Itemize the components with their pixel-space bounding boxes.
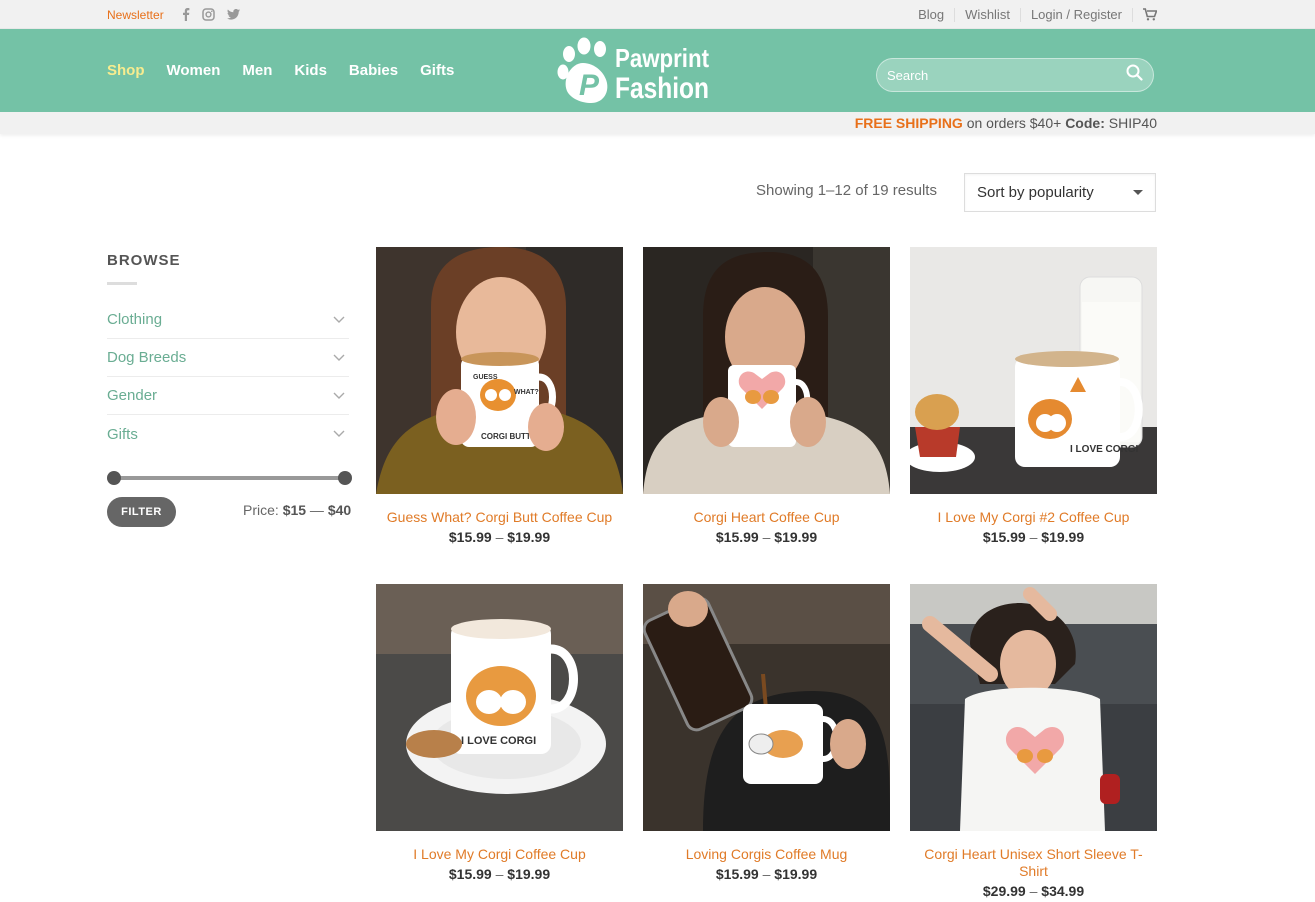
- price-slider-min-handle[interactable]: [107, 471, 121, 485]
- svg-text:WHAT?: WHAT?: [514, 389, 539, 396]
- svg-text:Pawprint: Pawprint: [615, 43, 709, 73]
- svg-text:CORGI BUTT: CORGI BUTT: [481, 432, 531, 441]
- product-title[interactable]: Corgi Heart Unisex Short Sleeve T-Shirt: [910, 846, 1157, 880]
- svg-text:GUESS: GUESS: [473, 374, 498, 381]
- newsletter-link[interactable]: Newsletter: [107, 8, 164, 22]
- chevron-down-icon: [333, 430, 345, 437]
- product-price: $15.99 – $19.99: [715, 866, 818, 882]
- shipping-code-label: Code:: [1065, 115, 1105, 131]
- chevron-down-icon: [1133, 190, 1143, 195]
- product-image[interactable]: [643, 584, 890, 831]
- shipping-notice: FREE SHIPPING on orders $40+ Code: SHIP4…: [855, 115, 1157, 131]
- product-card: Corgi Heart Coffee Cup $15.99 – $19.99: [643, 247, 890, 545]
- product-image[interactable]: I LOVE CORGI: [376, 584, 623, 831]
- category-item-gifts[interactable]: Gifts: [107, 415, 349, 453]
- product-price: $15.99 – $19.99: [448, 866, 551, 882]
- nav-shop[interactable]: Shop: [107, 62, 145, 79]
- product-image[interactable]: [910, 584, 1157, 831]
- shipping-code: SHIP40: [1104, 115, 1157, 131]
- product-price: $15.99 – $19.99: [715, 529, 818, 545]
- product-card: I LOVE CORGI I Love My Corgi #2 Coffee C…: [910, 247, 1157, 545]
- top-bar: Newsletter Blog Wishlist Login / Registe…: [0, 0, 1315, 29]
- product-title[interactable]: I Love My Corgi Coffee Cup: [376, 846, 623, 863]
- sidebar-title-divider: [107, 282, 137, 285]
- main-nav: Shop Women Men Kids Babies Gifts: [107, 29, 454, 112]
- chevron-down-icon: [333, 392, 345, 399]
- svg-text:P: P: [579, 69, 600, 102]
- chevron-down-icon: [333, 316, 345, 323]
- instagram-icon[interactable]: [201, 8, 215, 21]
- facebook-icon[interactable]: [182, 8, 190, 21]
- category-item-clothing[interactable]: Clothing: [107, 301, 349, 339]
- price-slider: [107, 471, 352, 485]
- login-register-link[interactable]: Login / Register: [1021, 7, 1133, 22]
- product-price: $15.99 – $19.99: [982, 529, 1085, 545]
- nav-babies[interactable]: Babies: [349, 62, 398, 79]
- nav-kids[interactable]: Kids: [294, 62, 327, 79]
- shipping-text: on orders $40+: [962, 115, 1066, 131]
- category-label: Clothing: [107, 311, 163, 328]
- category-label: Dog Breeds: [107, 349, 187, 366]
- product-card: Corgi Heart Unisex Short Sleeve T-Shirt …: [910, 584, 1157, 899]
- svg-text:Fashion: Fashion: [615, 72, 709, 105]
- wishlist-link[interactable]: Wishlist: [955, 7, 1021, 22]
- product-image[interactable]: I LOVE CORGI: [910, 247, 1157, 494]
- sidebar-title: BROWSE: [107, 252, 181, 269]
- filter-button[interactable]: FILTER: [107, 497, 176, 527]
- shipping-bar: FREE SHIPPING on orders $40+ Code: SHIP4…: [0, 112, 1315, 134]
- product-title[interactable]: Corgi Heart Coffee Cup: [643, 509, 890, 526]
- nav-gifts[interactable]: Gifts: [420, 62, 454, 79]
- main-header: Shop Women Men Kids Babies Gifts P Pawpr…: [0, 29, 1315, 112]
- chevron-down-icon: [333, 354, 345, 361]
- blog-link[interactable]: Blog: [908, 7, 956, 22]
- category-list: Clothing Dog Breeds Gender Gifts: [107, 301, 349, 453]
- nav-men[interactable]: Men: [242, 62, 272, 79]
- svg-text:I LOVE CORGI: I LOVE CORGI: [461, 735, 536, 747]
- category-item-dog-breeds[interactable]: Dog Breeds: [107, 339, 349, 377]
- product-card: I LOVE CORGI I Love My Corgi Coffee Cup …: [376, 584, 623, 882]
- product-title[interactable]: Guess What? Corgi Butt Coffee Cup: [376, 509, 623, 526]
- top-bar-right: Blog Wishlist Login / Register: [908, 0, 1157, 29]
- product-price: $29.99 – $34.99: [982, 883, 1085, 899]
- site-logo[interactable]: P Pawprint Fashion: [553, 37, 713, 105]
- results-count: Showing 1–12 of 19 results: [756, 182, 937, 199]
- free-shipping-label: FREE SHIPPING: [854, 115, 963, 131]
- product-image[interactable]: GUESS WHAT? CORGI BUTT: [376, 247, 623, 494]
- price-slider-max-handle[interactable]: [338, 471, 352, 485]
- top-bar-left: Newsletter: [107, 0, 240, 29]
- search-box: [876, 58, 1154, 92]
- product-card: Loving Corgis Coffee Mug $15.99 – $19.99: [643, 584, 890, 882]
- cart-icon[interactable]: [1133, 8, 1157, 21]
- svg-text:I LOVE CORGI: I LOVE CORGI: [1070, 444, 1139, 455]
- product-price: $15.99 – $19.99: [448, 529, 551, 545]
- category-label: Gifts: [107, 425, 138, 443]
- product-title[interactable]: Loving Corgis Coffee Mug: [643, 846, 890, 863]
- nav-women[interactable]: Women: [167, 62, 221, 79]
- price-range-label: Price: $15 — $40: [243, 502, 352, 518]
- product-title[interactable]: I Love My Corgi #2 Coffee Cup: [910, 509, 1157, 526]
- product-card: GUESS WHAT? CORGI BUTT Guess What? Corgi…: [376, 247, 623, 545]
- sort-select-value: Sort by popularity: [977, 184, 1094, 201]
- price-slider-track: [114, 476, 345, 480]
- category-item-gender[interactable]: Gender: [107, 377, 349, 415]
- product-image[interactable]: [643, 247, 890, 494]
- twitter-icon[interactable]: [226, 9, 240, 20]
- category-label: Gender: [107, 387, 158, 404]
- search-input[interactable]: [887, 67, 1126, 83]
- sort-select[interactable]: Sort by popularity: [964, 173, 1156, 212]
- search-icon[interactable]: [1126, 64, 1143, 86]
